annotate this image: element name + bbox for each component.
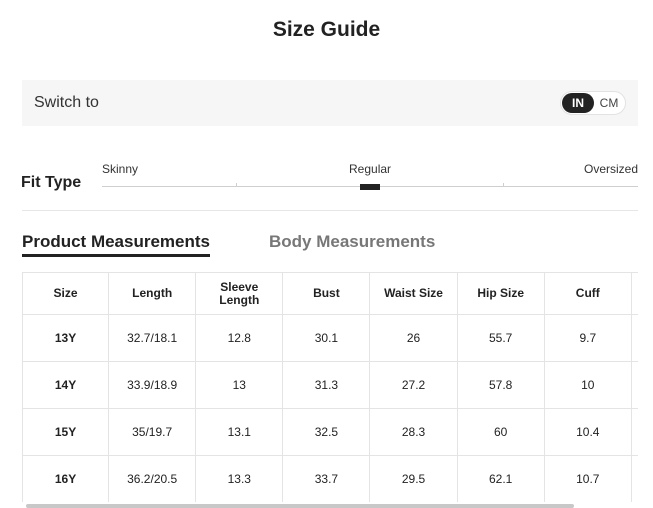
table-cell: 27.2	[369, 361, 458, 409]
table-cell: 12.8	[195, 314, 284, 362]
header-bust: Bust	[282, 272, 371, 315]
table-row: 16Y 36.2/20.5 13.3 33.7 29.5 62.1 10.7	[22, 455, 638, 502]
table-cell-size: 16Y	[22, 455, 110, 502]
fit-scale-tick	[236, 183, 237, 187]
table-cell	[630, 455, 638, 502]
table-cell-size: 15Y	[22, 408, 110, 456]
header-length: Length	[108, 272, 197, 315]
table-row: 14Y 33.9/18.9 13 31.3 27.2 57.8 10	[22, 361, 638, 409]
page-title: Size Guide	[272, 18, 381, 41]
table-cell-size: 14Y	[22, 361, 110, 409]
table-cell	[630, 361, 638, 409]
table-cell: 28.3	[369, 408, 458, 456]
horizontal-scrollbar[interactable]	[26, 504, 574, 508]
tab-body-measurements[interactable]: Body Measurements	[269, 232, 435, 252]
table-cell: 30.1	[282, 314, 371, 362]
table-cell: 10	[543, 361, 632, 409]
header-sleeve-length: Sleeve Length	[195, 272, 284, 315]
table-cell: 13	[195, 361, 284, 409]
table-cell: 62.1	[456, 455, 545, 502]
section-divider	[22, 210, 638, 211]
measurements-table: Size Length Sleeve Length Bust Waist Siz…	[22, 272, 638, 502]
table-cell: 29.5	[369, 455, 458, 502]
fit-option-skinny[interactable]: Skinny	[102, 162, 138, 176]
fit-option-regular[interactable]: Regular	[349, 162, 391, 176]
table-cell	[630, 314, 638, 362]
unit-in-button[interactable]: IN	[562, 93, 594, 113]
table-cell: 13.3	[195, 455, 284, 502]
unit-toggle[interactable]: IN CM	[560, 91, 626, 115]
table-cell: 36.2/20.5	[108, 455, 197, 502]
fit-type-label: Fit Type	[21, 174, 82, 191]
header-hip-size: Hip Size	[456, 272, 545, 315]
table-cell: 60	[456, 408, 545, 456]
table-cell: 32.5	[282, 408, 371, 456]
unit-switch-bar: Switch to IN CM	[22, 80, 638, 126]
table-cell: 10.7	[543, 455, 632, 502]
measurements-table-container[interactable]: Size Length Sleeve Length Bust Waist Siz…	[22, 272, 638, 502]
header-size: Size	[22, 272, 110, 315]
table-cell: 32.7/18.1	[108, 314, 197, 362]
table-header-row: Size Length Sleeve Length Bust Waist Siz…	[22, 272, 638, 315]
table-cell: 13.1	[195, 408, 284, 456]
table-cell: 10.4	[543, 408, 632, 456]
header-waist-size: Waist Size	[369, 272, 458, 315]
table-row: 15Y 35/19.7 13.1 32.5 28.3 60 10.4	[22, 408, 638, 456]
header-cuff: Cuff	[543, 272, 632, 315]
tab-product-measurements[interactable]: Product Measurements	[22, 232, 210, 257]
fit-option-oversized[interactable]: Oversized	[584, 162, 638, 176]
table-cell: 33.9/18.9	[108, 361, 197, 409]
table-cell: 31.3	[282, 361, 371, 409]
table-cell	[630, 408, 638, 456]
fit-scale-tick	[503, 183, 504, 187]
table-cell: 33.7	[282, 455, 371, 502]
table-row: 13Y 32.7/18.1 12.8 30.1 26 55.7 9.7	[22, 314, 638, 362]
table-cell-size: 13Y	[22, 314, 110, 362]
switch-label: Switch to	[34, 94, 99, 111]
table-cell: 26	[369, 314, 458, 362]
fit-selected-marker	[360, 184, 380, 190]
unit-cm-button[interactable]: CM	[594, 93, 624, 113]
table-cell: 55.7	[456, 314, 545, 362]
table-cell: 9.7	[543, 314, 632, 362]
header-sleeve-length-text: Sleeve Length	[219, 279, 260, 307]
table-cell: 57.8	[456, 361, 545, 409]
table-cell: 35/19.7	[108, 408, 197, 456]
header-extra	[630, 272, 638, 315]
